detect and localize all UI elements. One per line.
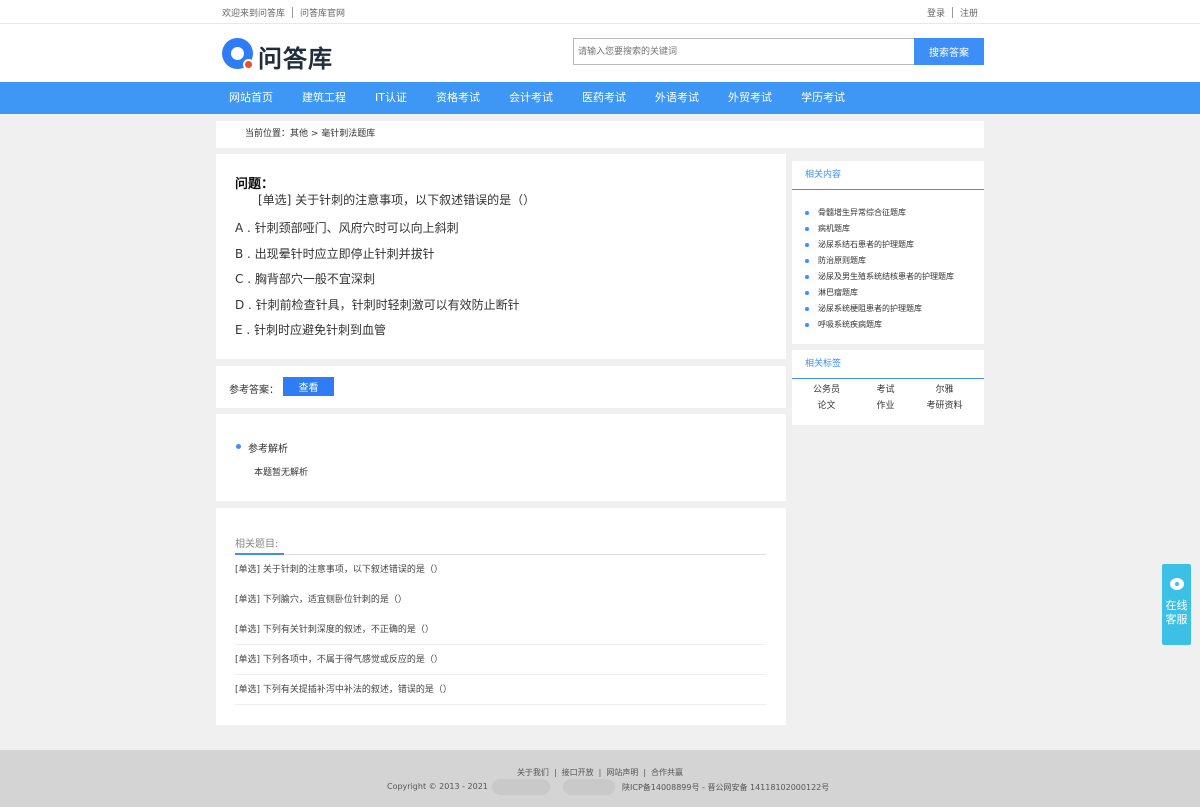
- search-box: 搜索答案: [573, 38, 984, 65]
- option-b: B . 出现晕针时应立即停止针刺并拔针: [235, 246, 435, 261]
- footer-link-api[interactable]: 接口开放: [562, 768, 594, 777]
- related-title: 相关题目:: [235, 539, 279, 550]
- header: 问答库 搜索答案: [0, 24, 1200, 82]
- tag[interactable]: 作业: [856, 399, 915, 413]
- analysis-heading: 参考解析: [248, 444, 288, 455]
- bullet-icon: [236, 444, 241, 449]
- related-content-item[interactable]: 淋巴瘤题库: [805, 285, 984, 301]
- option-c: C . 胸背部穴一般不宜深刺: [235, 272, 375, 286]
- footer-link-statement[interactable]: 网站声明: [606, 768, 638, 777]
- icp-record: 陕ICP备14008899号 - 晋公网安备 14118102000122号: [622, 783, 830, 792]
- analysis-card: 参考解析 本题暂无解析: [216, 414, 786, 501]
- related-questions-card: 相关题目: [单选] 关于针刺的注意事项，以下叙述错误的是（） [单选] 下列腧…: [216, 508, 786, 725]
- analysis-body: 本题暂无解析: [254, 468, 309, 478]
- login-link[interactable]: 登录: [927, 9, 945, 19]
- related-content-item[interactable]: 骨髓增生异常综合征题库: [805, 205, 984, 221]
- nav-item-trade[interactable]: 外贸考试: [721, 82, 779, 114]
- online-service-button[interactable]: 在线 客服: [1162, 564, 1191, 645]
- nav-item-accounting[interactable]: 会计考试: [502, 82, 560, 114]
- view-answer-button[interactable]: 查看: [283, 377, 334, 396]
- nav-item-degree[interactable]: 学历考试: [794, 82, 852, 114]
- related-item[interactable]: [单选] 下列有关提插补泻中补法的叙述，错误的是（）: [235, 675, 766, 705]
- footer-link-cooperation[interactable]: 合作共赢: [651, 768, 683, 777]
- related-item[interactable]: [单选] 下列各项中，不属于得气感觉或反应的是（）: [235, 645, 766, 675]
- tag[interactable]: 论文: [797, 399, 856, 413]
- question-card: 问题： [单选] 关于针刺的注意事项，以下叙述错误的是（） A . 针刺颈部哑门…: [216, 154, 786, 359]
- answer-card: 参考答案： 查看: [216, 366, 786, 408]
- redacted-block: [492, 779, 550, 795]
- search-button[interactable]: 搜索答案: [914, 38, 984, 65]
- question-title: 问题：: [235, 177, 275, 192]
- related-content-item[interactable]: 泌尿及男生殖系统结核患者的护理题库: [805, 269, 984, 285]
- question-stem: [单选] 关于针刺的注意事项，以下叙述错误的是（）: [258, 193, 536, 207]
- chat-bubble-icon: [1170, 578, 1184, 590]
- chat-label-line1: 在线: [1165, 599, 1188, 612]
- main-nav: 网站首页 建筑工程 IT认证 资格考试 会计考试 医药考试 外语考试 外贸考试 …: [0, 82, 1200, 114]
- related-content-item[interactable]: 呼吸系统疾病题库: [805, 317, 984, 333]
- tag[interactable]: 尔雅: [915, 383, 974, 397]
- chat-label-line2: 客服: [1165, 613, 1188, 626]
- nav-item-medical[interactable]: 医药考试: [575, 82, 633, 114]
- related-tags-title: 相关标签: [792, 350, 984, 379]
- divider: [292, 7, 294, 18]
- divider: [951, 7, 953, 18]
- related-tags-panel: 相关标签 公务员 考试 尔雅 论文 作业 考研资料: [792, 350, 984, 425]
- related-content-item[interactable]: 泌尿系结石患者的护理题库: [805, 237, 984, 253]
- answer-label: 参考答案：: [229, 385, 279, 396]
- related-item[interactable]: [单选] 关于针刺的注意事项，以下叙述错误的是（）: [235, 555, 766, 585]
- related-content-title: 相关内容: [792, 161, 984, 190]
- footer-link-about[interactable]: 关于我们: [517, 768, 549, 777]
- welcome-text: 欢迎来到问答库: [222, 9, 286, 19]
- top-bar: 欢迎来到问答库 问答库官网 登录 注册: [0, 0, 1200, 24]
- option-list: A . 针刺颈部哑门、风府穴时可以向上斜刺 B . 出现晕针时应立即停止针刺并拔…: [235, 217, 767, 345]
- nav-item-qualification[interactable]: 资格考试: [429, 82, 487, 114]
- search-input[interactable]: [573, 38, 914, 65]
- related-content-item[interactable]: 泌尿系统梗阻患者的护理题库: [805, 301, 984, 317]
- tag[interactable]: 公务员: [797, 383, 856, 397]
- redacted-block: [563, 779, 615, 795]
- breadcrumb: 当前位置：其他 > 毫针刺法题库: [216, 121, 984, 148]
- related-content-item[interactable]: 防治原则题库: [805, 253, 984, 269]
- option-e: E . 针刺时应避免针刺到血管: [235, 323, 387, 337]
- copyright: Copyright © 2013 - 2021: [387, 782, 488, 791]
- tag-list: 公务员 考试 尔雅 论文 作业 考研资料: [792, 379, 984, 413]
- tag[interactable]: 考试: [856, 383, 915, 397]
- logo-dot-icon: [243, 59, 254, 70]
- nav-item-language[interactable]: 外语考试: [648, 82, 706, 114]
- option-a: A . 针刺颈部哑门、风府穴时可以向上斜刺: [235, 221, 459, 235]
- nav-item-it[interactable]: IT认证: [368, 82, 414, 114]
- footer: 关于我们 | 接口开放 | 网站声明 | 合作共赢 Copyright © 2013 - 2…: [0, 750, 1200, 807]
- logo-text: 问答库: [258, 45, 333, 73]
- register-link[interactable]: 注册: [960, 9, 978, 19]
- footer-links: 关于我们 | 接口开放 | 网站声明 | 合作共赢: [516, 768, 684, 777]
- related-item[interactable]: [单选] 下列腧穴，适宜侧卧位针刺的是（）: [235, 585, 766, 615]
- related-content-panel: 相关内容 骨髓增生异常综合征题库 病机题库 泌尿系结石患者的护理题库 防治原则题…: [792, 161, 984, 344]
- related-item[interactable]: [单选] 下列有关针刺深度的叙述，不正确的是（）: [235, 615, 766, 645]
- tag[interactable]: 考研资料: [915, 399, 974, 413]
- related-content-list: 骨髓增生异常综合征题库 病机题库 泌尿系结石患者的护理题库 防治原则题库 泌尿及…: [792, 190, 984, 333]
- nav-item-construction[interactable]: 建筑工程: [295, 82, 353, 114]
- related-list: [单选] 关于针刺的注意事项，以下叙述错误的是（） [单选] 下列腧穴，适宜侧卧…: [235, 555, 766, 705]
- option-d: D . 针刺前检查针具，针刺时轻刺激可以有效防止断针: [235, 297, 520, 312]
- nav-item-home[interactable]: 网站首页: [222, 82, 280, 114]
- related-content-item[interactable]: 病机题库: [805, 221, 984, 237]
- official-site-link[interactable]: 问答库官网: [300, 9, 345, 19]
